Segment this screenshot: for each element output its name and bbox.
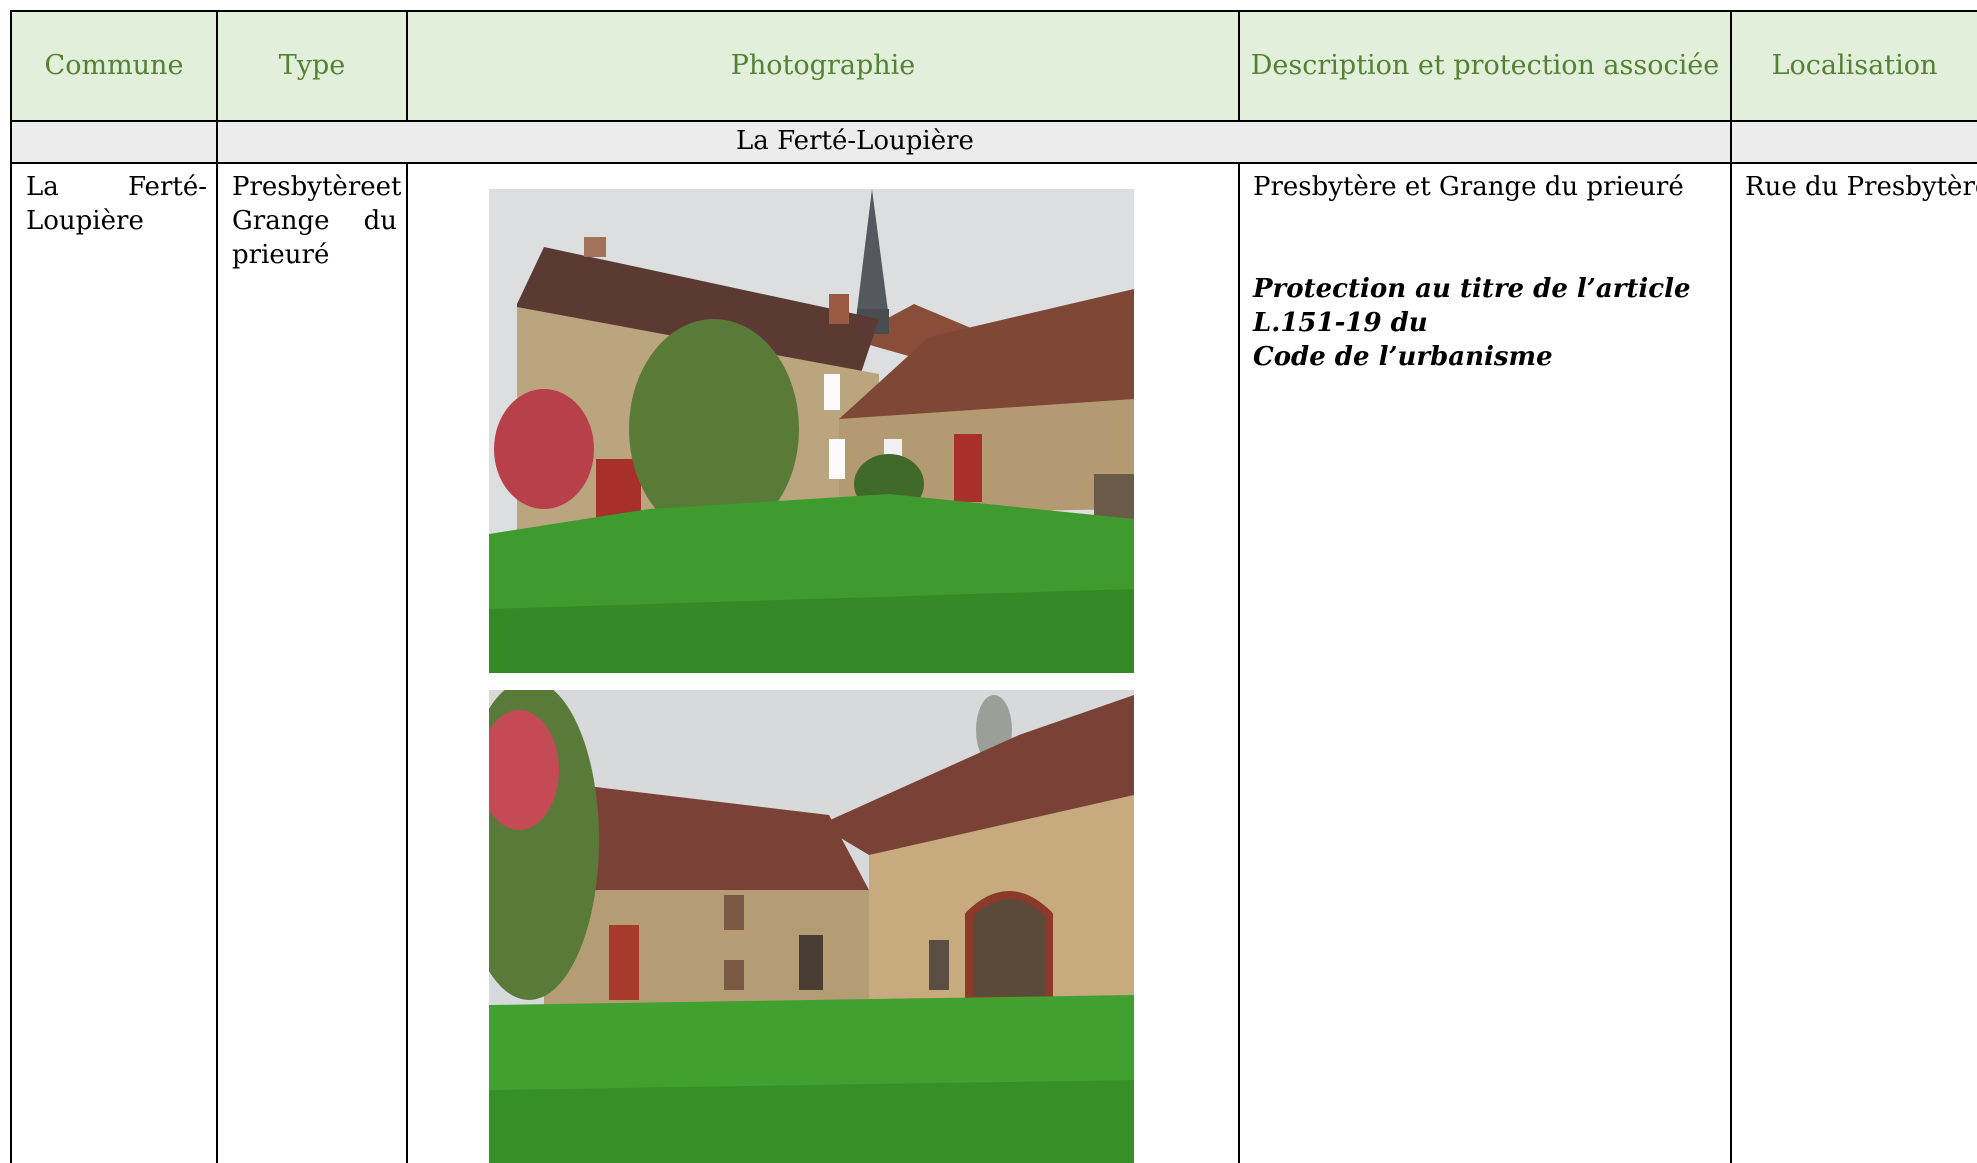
cell-description: Presbytère et Grange du prieuré Protecti…	[1253, 170, 1723, 374]
column-border	[1238, 10, 1240, 1163]
commune-word: Ferté-	[127, 172, 207, 202]
header-type: Type	[278, 49, 346, 81]
table-top-border	[10, 10, 1977, 12]
column-border	[1730, 10, 1732, 1163]
cell-type: Presbytère et Grange du prieuré	[232, 170, 401, 272]
type-word: Presbytère	[232, 172, 376, 202]
column-border	[216, 10, 218, 1163]
section-title-overlay: La Ferté-Loupière	[736, 126, 974, 156]
header-photographie: Photographie	[730, 49, 916, 81]
description-title: Presbytère et Grange du prieuré	[1253, 172, 1684, 202]
commune-word: Loupière	[26, 206, 144, 236]
cell-localisation: Rue du Presbytère	[1745, 172, 1977, 202]
document-page: Commune Type Photographie Description et…	[0, 0, 1977, 1163]
type-word: et	[375, 172, 402, 202]
type-word: du	[363, 206, 397, 236]
barn-photo	[489, 690, 1134, 1163]
header-localisation: Localisation	[1771, 49, 1938, 81]
protection-note-line: Protection au titre de l’article L.151-1…	[1253, 274, 1691, 338]
header-description: Description et protection associée	[1250, 49, 1720, 81]
type-word: prieuré	[232, 240, 330, 270]
type-word: Grange	[232, 206, 330, 236]
presbytery-photo	[489, 189, 1134, 673]
protection-note-line: Code de l’urbanisme	[1253, 342, 1553, 372]
column-border	[10, 10, 12, 1163]
cell-commune: La Ferté- Loupière	[26, 170, 207, 238]
commune-word: La	[26, 172, 59, 202]
section-bottom-border	[10, 162, 1977, 164]
column-border	[406, 10, 408, 1163]
header-commune: Commune	[44, 49, 184, 81]
